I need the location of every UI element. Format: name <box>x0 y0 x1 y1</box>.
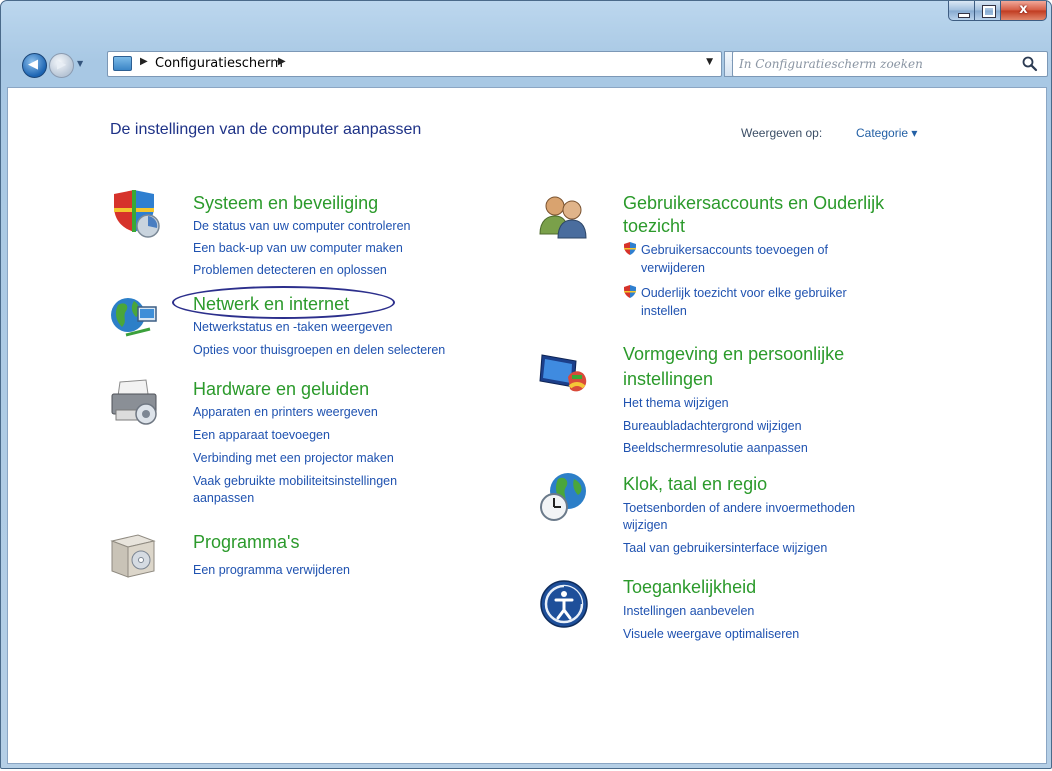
content-pane: De instellingen van de computer aanpasse… <box>7 87 1047 764</box>
category-title-appearance[interactable]: Vormgeving en persoonlijke <box>623 343 844 366</box>
category-hardware-sound: Hardware en geluiden Apparaten en printe… <box>108 378 528 508</box>
view-by-dropdown[interactable]: Categorie ▾ <box>856 126 917 140</box>
category-title-users[interactable]: Gebruikersaccounts en Ouderlijk <box>623 192 884 215</box>
navigation-bar: ▼ ▶ Configuratiescherm ▶ ▼ ↻ <box>1 45 1051 85</box>
minimize-button[interactable] <box>948 1 975 21</box>
category-title-accessibility[interactable]: Toegankelijkheid <box>623 576 756 599</box>
search-icon[interactable] <box>1021 55 1039 73</box>
category-network-internet: Netwerk en internet Netwerkstatus en -ta… <box>108 293 528 363</box>
link-add-remove-accounts[interactable]: Gebruikersaccounts toevoegen of <box>641 242 828 258</box>
chevron-down-icon[interactable]: ▼ <box>706 57 713 67</box>
category-title-users-cont[interactable]: toezicht <box>623 215 685 238</box>
category-title-system[interactable]: Systeem en beveiliging <box>193 192 378 215</box>
breadcrumb-arrow-icon[interactable]: ▶ <box>140 56 148 67</box>
link-change-background[interactable]: Bureaubladachtergrond wijzigen <box>623 418 802 434</box>
window-controls: x <box>948 1 1047 21</box>
security-shield-icon[interactable] <box>108 188 160 240</box>
category-title-hardware[interactable]: Hardware en geluiden <box>193 378 369 401</box>
control-panel-icon <box>113 56 132 71</box>
link-keyboards[interactable]: Toetsenborden of andere invoermethoden <box>623 500 855 516</box>
link-uninstall-program[interactable]: Een programma verwijderen <box>193 562 350 578</box>
link-add-remove-accounts-cont[interactable]: verwijderen <box>641 260 705 276</box>
link-backup[interactable]: Een back-up van uw computer maken <box>193 240 403 256</box>
category-title-programs[interactable]: Programma's <box>193 531 299 554</box>
breadcrumb-arrow-icon[interactable]: ▶ <box>278 56 286 67</box>
link-homegroup[interactable]: Opties voor thuisgroepen en delen select… <box>193 342 445 358</box>
clock-globe-icon[interactable] <box>538 471 590 523</box>
ease-of-access-icon[interactable] <box>538 578 590 630</box>
address-bar[interactable]: ▶ Configuratiescherm ▶ ▼ <box>107 51 722 77</box>
uac-shield-icon <box>624 285 636 298</box>
link-parental-control[interactable]: Ouderlijk toezicht voor elke gebruiker <box>641 285 847 301</box>
category-user-accounts: Gebruikersaccounts en Ouderlijk toezicht… <box>538 192 958 332</box>
uac-shield-icon <box>624 242 636 255</box>
category-appearance: Vormgeving en persoonlijke instellingen … <box>538 343 958 463</box>
category-title-clock[interactable]: Klok, taal en regio <box>623 473 767 496</box>
link-mobility-settings[interactable]: Vaak gebruikte mobiliteitsinstellingen <box>193 473 397 489</box>
breadcrumb-configuratiescherm[interactable]: Configuratiescherm <box>155 56 283 71</box>
link-check-status[interactable]: De status van uw computer controleren <box>193 218 410 234</box>
view-by-label: Weergeven op: <box>741 126 823 140</box>
network-globe-icon[interactable] <box>108 291 160 343</box>
link-recommend-settings[interactable]: Instellingen aanbevelen <box>623 603 754 619</box>
category-title-appearance-cont[interactable]: instellingen <box>623 368 713 391</box>
link-projector[interactable]: Verbinding met een projector maken <box>193 450 394 466</box>
link-devices-printers[interactable]: Apparaten en printers weergeven <box>193 404 378 420</box>
programs-box-icon[interactable] <box>108 529 160 581</box>
category-programs: Programma's Een programma verwijderen <box>108 531 528 591</box>
link-troubleshoot[interactable]: Problemen detecteren en oplossen <box>193 262 387 278</box>
appearance-monitor-icon[interactable] <box>538 347 590 399</box>
link-mobility-settings-cont[interactable]: aanpassen <box>193 490 254 506</box>
users-icon[interactable] <box>538 190 590 242</box>
search-input[interactable] <box>739 55 1007 73</box>
close-button[interactable]: x <box>1001 1 1047 21</box>
close-icon: x <box>1019 2 1028 17</box>
search-box[interactable] <box>732 51 1048 77</box>
link-display-language[interactable]: Taal van gebruikersinterface wijzigen <box>623 540 827 556</box>
control-panel-window: x ▼ ▶ Configuratiescherm ▶ ▼ ↻ De instel… <box>0 0 1052 769</box>
category-title-network[interactable]: Netwerk en internet <box>193 293 349 316</box>
category-system-security: Systeem en beveiliging De status van uw … <box>108 190 528 282</box>
link-parental-control-cont[interactable]: instellen <box>641 303 687 319</box>
link-optimize-display[interactable]: Visuele weergave optimaliseren <box>623 626 799 642</box>
back-button[interactable] <box>22 53 47 78</box>
link-network-status[interactable]: Netwerkstatus en -taken weergeven <box>193 319 392 335</box>
link-change-theme[interactable]: Het thema wijzigen <box>623 395 729 411</box>
forward-button[interactable] <box>49 53 74 78</box>
link-keyboards-cont[interactable]: wijzigen <box>623 517 667 533</box>
category-accessibility: Toegankelijkheid Instellingen aanbevelen… <box>538 576 958 646</box>
printer-icon[interactable] <box>108 376 160 428</box>
maximize-button[interactable] <box>975 1 1001 21</box>
link-screen-resolution[interactable]: Beeldschermresolutie aanpassen <box>623 440 808 456</box>
link-add-device[interactable]: Een apparaat toevoegen <box>193 427 330 443</box>
recent-pages-dropdown[interactable]: ▼ <box>77 59 83 68</box>
category-clock-language: Klok, taal en regio Toetsenborden of and… <box>538 473 958 563</box>
page-title: De instellingen van de computer aanpasse… <box>110 121 422 138</box>
